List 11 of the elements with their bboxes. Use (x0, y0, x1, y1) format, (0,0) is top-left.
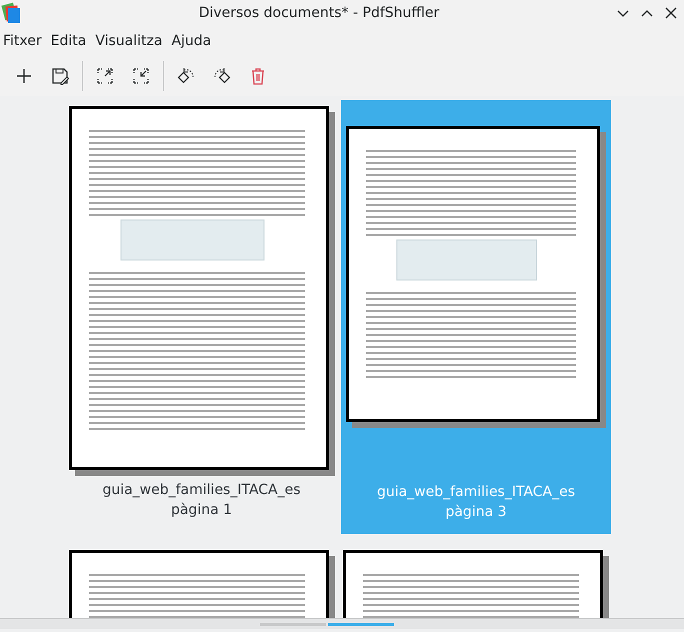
page-thumbnail[interactable] (346, 126, 606, 428)
menu-item[interactable]: Edita (48, 29, 90, 53)
close-icon[interactable] (664, 6, 678, 20)
page-label: guia_web_families_ITACA_es pàgina 3 (376, 483, 576, 522)
window-title: Diversos documents* - PdfShuffler (198, 5, 440, 21)
app-icon (0, 2, 22, 24)
menu-item[interactable]: Ajuda (168, 29, 216, 53)
menu-item[interactable]: Visualitza (92, 29, 166, 53)
page-thumbnail[interactable] (68, 106, 334, 476)
menu-item[interactable]: Fitxer (0, 29, 46, 53)
page-label: guia_web_families_ITACA_es pàgina 1 (102, 481, 301, 520)
